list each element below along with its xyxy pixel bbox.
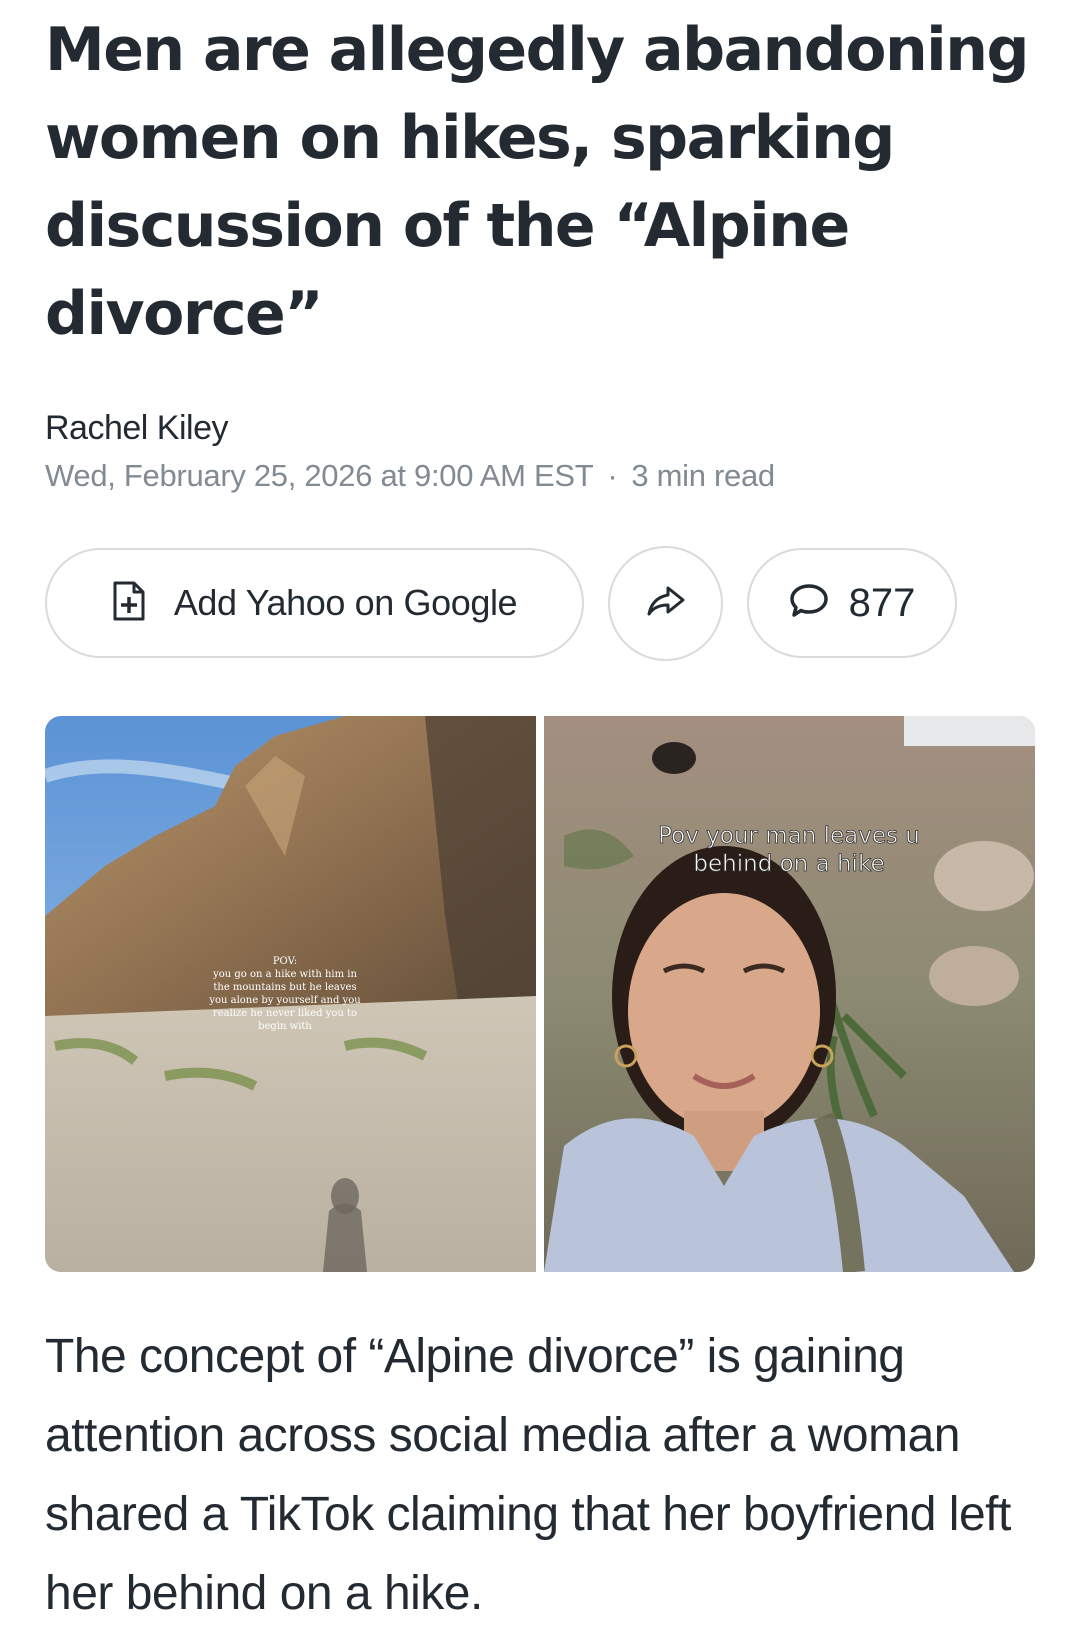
- author-name[interactable]: Rachel Kiley: [45, 406, 228, 450]
- speech-bubble-icon: [789, 582, 829, 625]
- comment-count: 877: [848, 580, 916, 625]
- add-document-icon: [112, 580, 146, 627]
- article-headline: Men are allegedly abandoning women on hi…: [45, 15, 1029, 349]
- svg-text:realize he never liked you to: realize he never liked you to: [213, 1008, 357, 1019]
- svg-text:you alone by yourself and you: you alone by yourself and you: [208, 995, 361, 1006]
- add-yahoo-label: Add Yahoo on Google: [173, 582, 518, 623]
- article-meta: Wed, February 25, 2026 at 9:00 AM EST · 3 …: [45, 456, 775, 496]
- publish-date: Wed, February 25, 2026 at 9:00 AM EST: [45, 458, 594, 493]
- selfie-hike-photo: Pov your man leaves u behind on a hike: [544, 716, 1035, 1272]
- svg-text:you go on a hike with him in: you go on a hike with him in: [212, 969, 357, 980]
- share-arrow-icon: [646, 585, 686, 622]
- article-image[interactable]: POV: you go on a hike with him in the mo…: [45, 716, 1035, 1272]
- svg-text:begin with: begin with: [258, 1021, 312, 1032]
- svg-text:Pov your man leaves u: Pov your man leaves u: [658, 823, 920, 849]
- svg-text:POV:: POV:: [273, 956, 297, 967]
- comments-button[interactable]: 877: [747, 548, 957, 658]
- read-time: 3 min read: [631, 458, 775, 493]
- share-button[interactable]: [608, 546, 723, 661]
- article-page: Men are allegedly abandoning women on hi…: [0, 0, 1080, 1646]
- svg-text:the mountains but he leaves: the mountains but he leaves: [213, 982, 356, 993]
- add-yahoo-on-google-button[interactable]: Add Yahoo on Google: [45, 548, 584, 658]
- meta-separator: ·: [607, 458, 618, 493]
- hike-cliff-photo: POV: you go on a hike with him in the mo…: [45, 716, 536, 1272]
- article-body-paragraph: The concept of “Alpine divorce” is gaini…: [45, 1330, 1011, 1620]
- svg-text:behind on a hike: behind on a hike: [693, 851, 884, 877]
